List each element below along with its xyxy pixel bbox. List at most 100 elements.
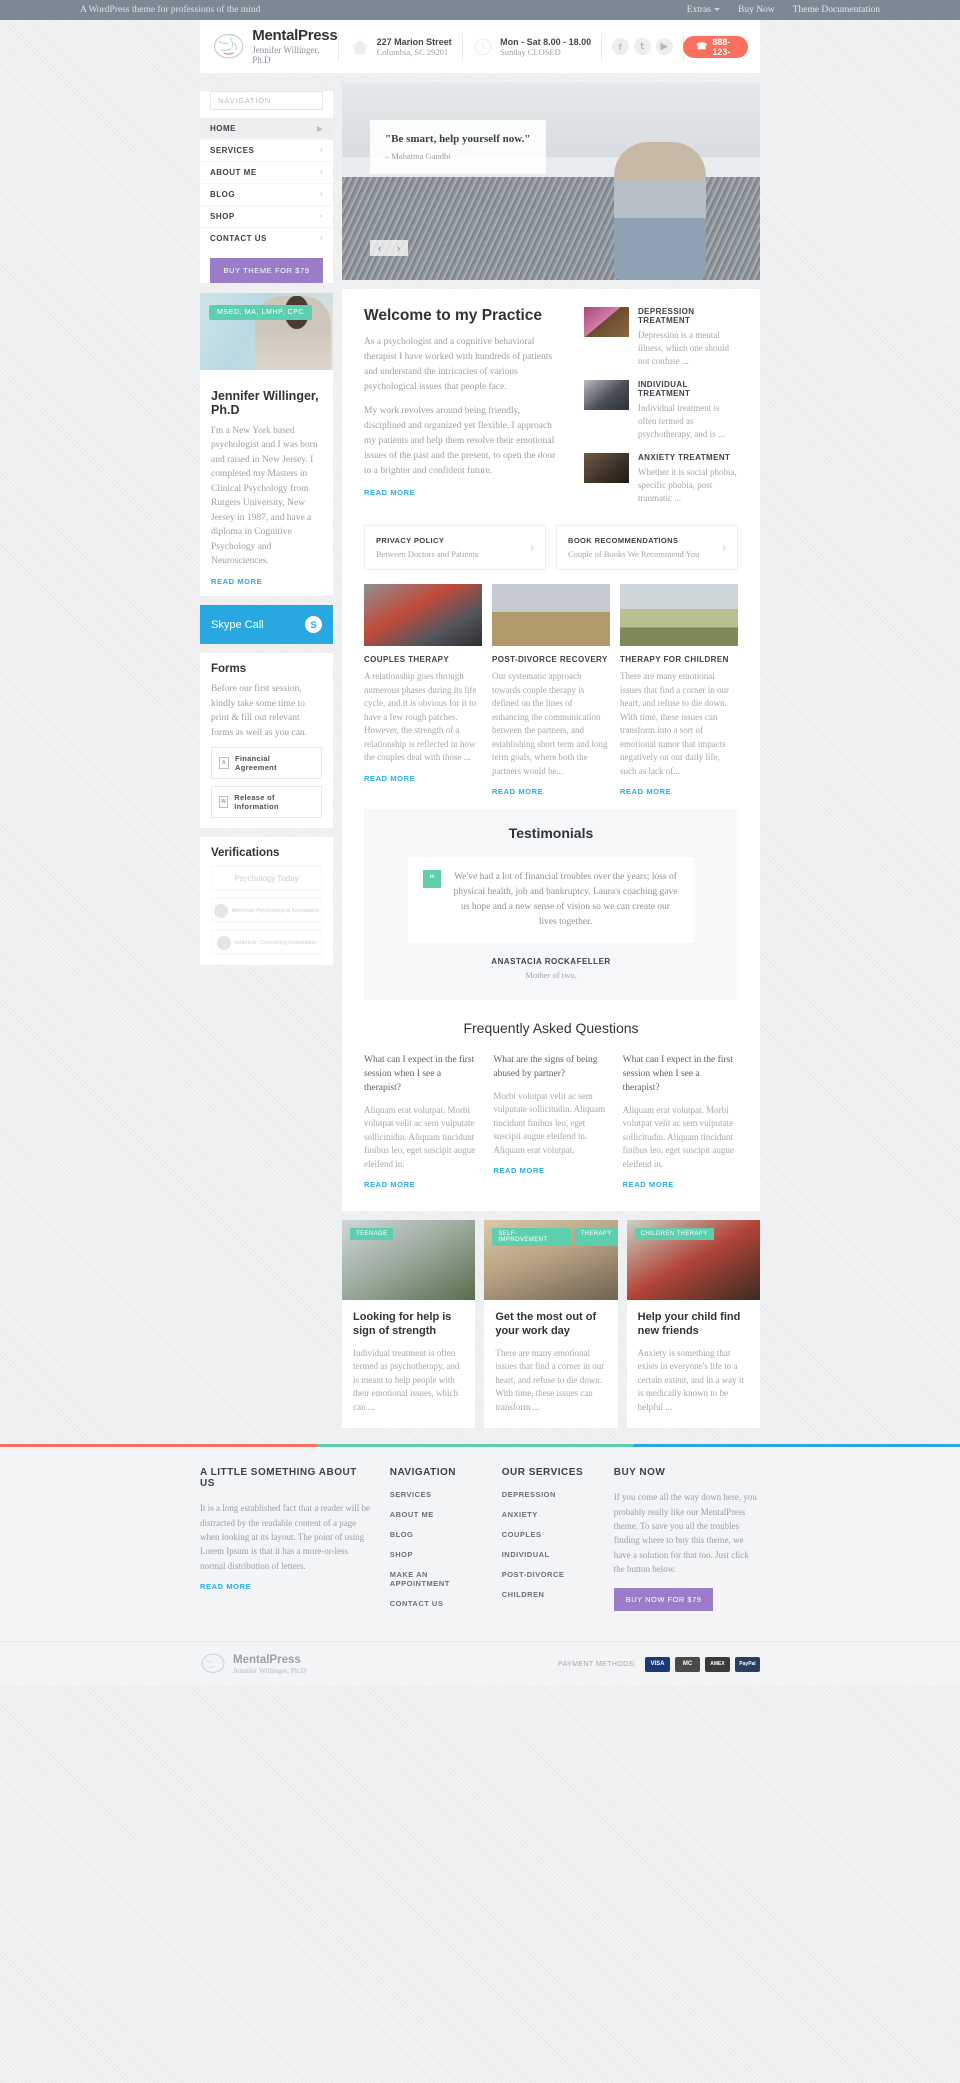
blog-card-self-improvement[interactable]: SELF-IMPROVEMENT THERAPY Get the most ou… [484,1220,618,1429]
top-bar-links: Extras Buy Now Theme Documentation [687,5,880,15]
service-read-more-link[interactable]: READ MORE [492,787,610,796]
footer-service-depression[interactable]: DEPRESSION [502,1490,598,1499]
hours-block: Mon - Sat 8.00 - 18.00 Sunday CLOSED [462,30,601,64]
buy-theme-button[interactable]: BUY THEME FOR $79 [210,258,323,283]
footer-service-individual[interactable]: INDIVIDUAL [502,1550,598,1559]
verification-label: American Psychological Association [231,907,320,914]
sidebar-item-blog[interactable]: BLOG › [200,184,333,206]
footer-nav-about-me[interactable]: ABOUT ME [390,1510,486,1519]
form-release-of-information[interactable]: W Release of Information [211,786,322,819]
faq-item: What are the signs of being abused by pa… [493,1054,608,1189]
amex-icon: AMEX [705,1656,730,1672]
sidebar-item-contact-us[interactable]: CONTACT US › [200,228,333,249]
service-card-children: THERAPY FOR CHILDREN There are many emot… [620,584,738,796]
blog-tag[interactable]: THERAPY [574,1228,618,1247]
blog-card-teenage[interactable]: TEENAGE Looking for help is sign of stre… [342,1220,476,1429]
profile-read-more-link[interactable]: READ MORE [211,577,322,586]
skype-call-widget[interactable]: Skype Call S [200,605,333,645]
site-header: MentalPress Jennifer Willinger, Ph.D 227… [200,20,760,73]
faq-read-more-link[interactable]: READ MORE [623,1180,738,1189]
top-link-extras[interactable]: Extras [687,5,720,15]
search-input[interactable]: NAVIGATION [210,91,323,110]
blog-tag[interactable]: TEENAGE [350,1228,394,1241]
footer-brand[interactable]: MentalPress Jennifer Willinger, Ph.D [200,1653,306,1675]
treatment-title: INDIVIDUAL TREATMENT [638,380,691,399]
footer-nav-services[interactable]: SERVICES [390,1490,486,1499]
welcome-read-more-link[interactable]: READ MORE [364,488,564,497]
sidebar-item-shop[interactable]: SHOP › [200,206,333,228]
twitter-icon[interactable]: 𝗍 [633,38,651,55]
top-link-buy-now[interactable]: Buy Now [738,5,775,15]
faq-answer: Aliquam erat volutpat. Morbi volutpat ve… [364,1104,476,1169]
faq-question: What are the signs of being abused by pa… [493,1055,598,1080]
form-label: Financial Agreement [234,754,277,773]
treatment-thumbnail [584,307,629,337]
clock-icon [472,36,494,58]
treatments-list: DEPRESSION TREATMENT Depression is a men… [584,307,738,517]
verification-psychology-today: Psychology Today [211,866,322,892]
payment-methods: PAYMENT METHODS: VISA MC AMEX PayPal [558,1656,760,1672]
chevron-right-icon: › [320,235,323,242]
sidebar-item-home[interactable]: HOME ▶ [200,118,333,140]
service-read-more-link[interactable]: READ MORE [364,774,482,783]
blog-title: Get the most out of your work day [495,1311,597,1338]
treatment-item[interactable]: ANXIETY TREATMENT Whether it is social p… [584,453,738,505]
blog-card-children-therapy[interactable]: CHILDREN THERAPY Help your child find ne… [626,1220,760,1429]
sidebar-item-about-me[interactable]: ABOUT ME › [200,162,333,184]
brand-subtitle: Jennifer Willinger, Ph.D [252,44,320,65]
faq-read-more-link[interactable]: READ MORE [493,1166,608,1175]
treatment-desc: Whether it is social phobia, specific ph… [638,467,737,504]
privacy-policy-box[interactable]: PRIVACY POLICY Between Doctors and Patie… [364,525,546,571]
footer-buy-text: If you come all the way down here, you p… [613,1492,757,1575]
treatment-item[interactable]: INDIVIDUAL TREATMENT Individual treatmen… [584,380,738,441]
footer-nav-make-an-appointment[interactable]: MAKE AN APPOINTMENT [390,1570,486,1588]
form-financial-agreement[interactable]: A Financial Agreement [211,747,322,780]
footer-bottom-bar: MentalPress Jennifer Willinger, Ph.D PAY… [0,1641,960,1686]
footer-nav-shop[interactable]: SHOP [390,1550,486,1559]
facebook-icon[interactable]: f [611,38,629,55]
footer-service-children[interactable]: CHILDREN [502,1590,598,1599]
phone-button[interactable]: ☎ 1-888-123-4567 [683,27,748,67]
treatment-thumbnail [584,453,629,484]
quote-icon: “ [423,870,441,889]
footer-nav-contact-us[interactable]: CONTACT US [390,1599,486,1608]
top-link-theme-documentation[interactable]: Theme Documentation [793,5,880,15]
book-recommendations-box[interactable]: BOOK RECOMMENDATIONS Couple of Books We … [556,525,738,571]
profile-photo: MSED, MA, LMHP, CPC [200,293,333,370]
footer-buy-now-button[interactable]: BUY NOW FOR $79 [613,1587,714,1611]
faq-read-more-link[interactable]: READ MORE [364,1180,479,1189]
footer-nav-blog[interactable]: BLOG [390,1530,486,1539]
services-grid: COUPLES THERAPY A relationship goes thro… [364,584,738,796]
footer-services-column: OUR SERVICES DEPRESSION ANXIETY COUPLES … [502,1467,598,1619]
hours-line1: Mon - Sat 8.00 - 18.00 [500,36,592,47]
chevron-down-icon [713,8,720,12]
footer-about-column: A LITTLE SOMETHING ABOUT US It is a long… [200,1467,374,1619]
chevron-right-icon: › [530,541,534,554]
sidebar-item-services[interactable]: SERVICES › [200,140,333,162]
service-read-more-link[interactable]: READ MORE [620,787,738,796]
service-card-couples: COUPLES THERAPY A relationship goes thro… [364,584,482,796]
pdf-file-icon: A [219,757,229,770]
social-links: f 𝗍 ▶ [602,38,683,55]
slider-controls: ‹ › [370,240,408,256]
blog-tag[interactable]: SELF-IMPROVEMENT [492,1228,571,1247]
mastercard-icon: MC [675,1656,700,1672]
welcome-heading: Welcome to my Practice [364,307,543,324]
faq-heading: Frequently Asked Questions [463,1020,639,1037]
blog-tag[interactable]: CHILDREN THERAPY [634,1228,714,1241]
treatment-title: DEPRESSION TREATMENT [638,307,695,325]
blog-image: CHILDREN THERAPY [626,1220,760,1301]
footer-service-post-divorce[interactable]: POST-DIVORCE [502,1570,598,1579]
chevron-right-icon: ▶ [317,125,323,133]
slider-prev-button[interactable]: ‹ [370,240,389,256]
slider-next-button[interactable]: › [389,240,408,256]
youtube-icon[interactable]: ▶ [655,38,673,55]
treatment-item[interactable]: DEPRESSION TREATMENT Depression is a men… [584,307,738,368]
verification-apa: American Psychological Association [211,898,322,924]
footer-service-anxiety[interactable]: ANXIETY [502,1510,598,1519]
footer-read-more-link[interactable]: READ MORE [200,1582,374,1591]
footer-service-couples[interactable]: COUPLES [502,1530,598,1539]
brand-logo-block[interactable]: MentalPress Jennifer Willinger, Ph.D [212,28,338,65]
chevron-right-icon: › [320,213,323,220]
slider-quote-text: "Be smart, help yourself now." [385,133,531,145]
